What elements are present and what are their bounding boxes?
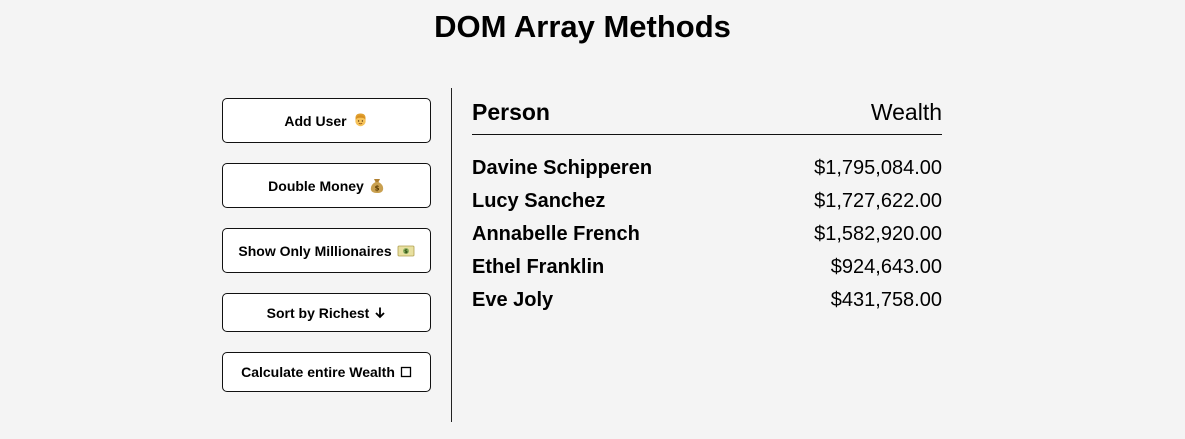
empty-box-icon (400, 366, 412, 378)
show-millionaires-label: Show Only Millionaires (238, 242, 392, 259)
table-row: Eve Joly $431,758.00 (472, 284, 942, 317)
svg-text:$: $ (404, 249, 408, 255)
wealth-column-header: Wealth (870, 99, 942, 125)
sort-richest-button[interactable]: Sort by Richest (222, 293, 431, 332)
person-column-header: Person (472, 99, 550, 125)
table-body: Davine Schipperen $1,795,084.00 Lucy San… (472, 152, 942, 317)
app-page: DOM Array Methods Add User Double Money (0, 0, 1185, 439)
person-name: Lucy Sanchez (472, 190, 606, 212)
double-money-button[interactable]: Double Money $ (222, 163, 431, 208)
person-wealth: $1,727,622.00 (814, 190, 942, 212)
show-millionaires-button[interactable]: Show Only Millionaires $ (222, 228, 431, 273)
person-name: Eve Joly (472, 289, 554, 311)
table-row: Annabelle French $1,582,920.00 (472, 218, 942, 251)
calculate-wealth-button[interactable]: Calculate entire Wealth (222, 352, 431, 392)
add-user-label: Add User (284, 112, 347, 129)
person-name: Davine Schipperen (472, 157, 653, 179)
dollar-bill-icon: $ (397, 244, 415, 258)
person-wealth: $924,643.00 (830, 256, 942, 278)
add-user-button[interactable]: Add User (222, 98, 431, 143)
person-name: Ethel Franklin (472, 256, 605, 278)
sort-richest-label: Sort by Richest (266, 304, 370, 321)
vertical-divider (451, 88, 452, 422)
person-wealth: $1,582,920.00 (814, 223, 942, 245)
person-icon (352, 112, 369, 129)
page-title: DOM Array Methods (434, 9, 731, 44)
calculate-wealth-label: Calculate entire Wealth (241, 364, 395, 380)
table-row: Ethel Franklin $924,643.00 (472, 251, 942, 284)
money-bag-icon: $ (369, 177, 385, 194)
person-name: Annabelle French (472, 223, 640, 245)
svg-text:$: $ (374, 185, 379, 193)
person-wealth: $1,795,084.00 (814, 157, 942, 179)
table-row: Davine Schipperen $1,795,084.00 (472, 152, 942, 185)
wealth-table: Person Wealth Davine Schipperen $1,795,0… (472, 96, 942, 317)
table-row: Lucy Sanchez $1,727,622.00 (472, 185, 942, 218)
double-money-label: Double Money (268, 177, 364, 194)
table-header: Person Wealth (472, 96, 942, 135)
arrow-down-icon (374, 306, 386, 319)
person-wealth: $431,758.00 (830, 289, 942, 311)
